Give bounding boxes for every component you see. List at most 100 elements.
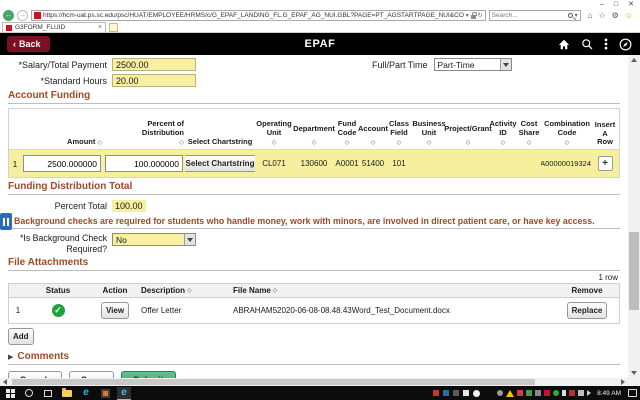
column-header-cost-share[interactable]: Cost Share ◇: [517, 117, 541, 149]
insert-row-button[interactable]: +: [597, 156, 613, 171]
column-header-department[interactable]: Department ◇: [293, 117, 335, 149]
taskbar-app-icon[interactable]: [98, 387, 112, 400]
section-pause-icon[interactable]: [0, 213, 12, 230]
scroll-up-icon[interactable]: [631, 55, 637, 65]
view-button[interactable]: View: [100, 302, 130, 320]
column-header-class-field[interactable]: Class Field ◇: [387, 117, 411, 149]
taskbar-app-icon[interactable]: [473, 389, 481, 397]
tray-app-icon[interactable]: [544, 390, 551, 396]
browser-tab[interactable]: G3FORM_FLUID ×: [2, 22, 106, 32]
horizontal-scroll-track[interactable]: [10, 378, 618, 386]
column-header-activity-id[interactable]: Activity ID ◇: [489, 117, 517, 149]
attachment-description: Offer Letter: [141, 306, 182, 316]
submit-button[interactable]: Submit: [121, 371, 176, 378]
tray-warning-icon[interactable]: [506, 389, 515, 397]
add-attachment-button[interactable]: Add: [8, 328, 34, 346]
search-placeholder: Search...: [491, 12, 518, 19]
column-header-amount[interactable]: Amount ◇: [21, 117, 103, 149]
security-lock-icon[interactable]: [470, 11, 477, 19]
tray-network-icon[interactable]: [578, 390, 585, 396]
search-icon[interactable]: [567, 13, 573, 18]
select-chartstring-button[interactable]: Select Chartstring: [185, 155, 255, 172]
window-close-icon[interactable]: ✕: [628, 0, 634, 9]
tab-close-icon[interactable]: ×: [98, 24, 102, 31]
background-check-select[interactable]: No: [112, 233, 196, 246]
taskbar-clock[interactable]: 8:49 AM: [597, 390, 621, 397]
funding-distribution-total-header: Funding Distribution Total: [8, 181, 620, 195]
sort-icon: ◇: [272, 288, 278, 295]
internet-explorer-icon[interactable]: e: [117, 386, 131, 400]
amount-input[interactable]: [23, 155, 101, 172]
start-button-icon[interactable]: [3, 387, 17, 400]
percent-distribution-input[interactable]: [105, 155, 183, 172]
home-icon[interactable]: ⌂: [588, 11, 593, 20]
vertical-scroll-track[interactable]: [628, 65, 640, 368]
replace-button[interactable]: Replace: [566, 302, 608, 320]
column-header-fund-code[interactable]: Fund Code ◇: [335, 117, 359, 149]
address-bar[interactable]: https://hcm-uat.ps.sc.edu/psc/HUAT/EMPLO…: [31, 10, 486, 21]
banner-home-icon[interactable]: [558, 39, 570, 50]
vertical-scroll-thumb[interactable]: [629, 231, 639, 311]
scroll-down-icon[interactable]: [631, 368, 637, 378]
tray-volume-icon[interactable]: [587, 390, 592, 396]
new-tab-button[interactable]: [109, 23, 118, 32]
feedback-smiley-icon[interactable]: ☺: [625, 11, 633, 20]
standard-hours-input[interactable]: 20.00: [112, 74, 196, 87]
column-header-business-unit[interactable]: Business Unit ◇: [411, 117, 447, 149]
horizontal-scroll-thumb[interactable]: [12, 379, 535, 385]
horizontal-scrollbar[interactable]: [0, 378, 628, 386]
attachments-row-count: 1 row: [598, 273, 618, 283]
task-view-icon[interactable]: [41, 387, 55, 400]
banner-search-icon[interactable]: [581, 38, 593, 50]
vertical-scrollbar[interactable]: [628, 55, 640, 378]
back-icon[interactable]: ←: [3, 10, 14, 21]
action-center-icon[interactable]: [628, 389, 637, 397]
windows-taskbar: e e 8:49 AM: [0, 386, 640, 400]
taskbar-app-icon[interactable]: [433, 390, 440, 396]
column-header-file-name[interactable]: File Name ◇: [233, 286, 555, 295]
search-box[interactable]: Search... ▾: [488, 10, 581, 21]
url-text[interactable]: https://hcm-uat.ps.sc.edu/psc/HUAT/EMPLO…: [43, 12, 464, 19]
tray-user-icon[interactable]: [497, 390, 504, 396]
column-header-percent[interactable]: Percent of Distribution ◇: [103, 117, 185, 149]
banner-actions-menu-icon[interactable]: [604, 38, 608, 50]
window-minimize-icon[interactable]: –: [600, 0, 604, 9]
tray-monitor-icon[interactable]: [535, 390, 542, 396]
search-button[interactable]: Search: [8, 371, 63, 378]
tray-shield-icon[interactable]: [569, 390, 576, 396]
edge-icon[interactable]: e: [79, 387, 93, 400]
tray-app-icon[interactable]: [526, 390, 533, 396]
sort-icon: ◇: [564, 140, 570, 147]
tray-app-icon[interactable]: [553, 390, 560, 396]
scroll-left-icon[interactable]: [0, 379, 10, 385]
autocomplete-caret-icon[interactable]: ▾: [466, 12, 469, 19]
window-maximize-icon[interactable]: □: [614, 0, 618, 9]
column-header-operating-unit[interactable]: Operating Unit ◇: [255, 117, 293, 149]
tray-phone-icon[interactable]: [562, 390, 567, 396]
scroll-right-icon[interactable]: [618, 379, 628, 385]
column-header-description[interactable]: Description ◇: [141, 286, 233, 295]
favorites-star-icon[interactable]: ☆: [598, 11, 605, 20]
attachment-row: 1 ✓ View Offer Letter ABRAHAM52020-06-08…: [9, 298, 619, 323]
epaf-back-button[interactable]: ‹ Back: [7, 36, 50, 52]
taskbar-app-icon[interactable]: [453, 390, 460, 396]
cortana-icon[interactable]: [22, 387, 36, 400]
salary-input[interactable]: 2500.00: [112, 58, 196, 71]
column-header-account[interactable]: Account ◇: [358, 117, 388, 149]
taskbar-app-icon[interactable]: [443, 390, 450, 396]
full-part-time-select[interactable]: Part-Time: [433, 58, 512, 71]
settings-gear-icon[interactable]: ⚙: [612, 11, 619, 20]
comments-section[interactable]: ▶ Comments: [8, 351, 620, 366]
file-explorer-icon[interactable]: [60, 387, 74, 400]
account-funding-grid: Amount ◇ Percent of Distribution ◇ Select …: [8, 108, 620, 178]
column-header-project-grant[interactable]: Project/Grant ◇: [444, 117, 492, 149]
account-funding-header: Account Funding: [8, 90, 620, 104]
refresh-icon[interactable]: ↻: [478, 12, 483, 19]
tray-app-icon[interactable]: [517, 390, 524, 396]
save-button[interactable]: Save: [69, 371, 115, 378]
forward-icon[interactable]: →: [17, 10, 28, 21]
percent-total-value: 100.00: [112, 200, 146, 212]
column-header-combination-code[interactable]: Combination Code ◇: [541, 117, 593, 149]
taskbar-app-icon[interactable]: [463, 390, 470, 396]
navbar-compass-icon[interactable]: [619, 38, 632, 51]
